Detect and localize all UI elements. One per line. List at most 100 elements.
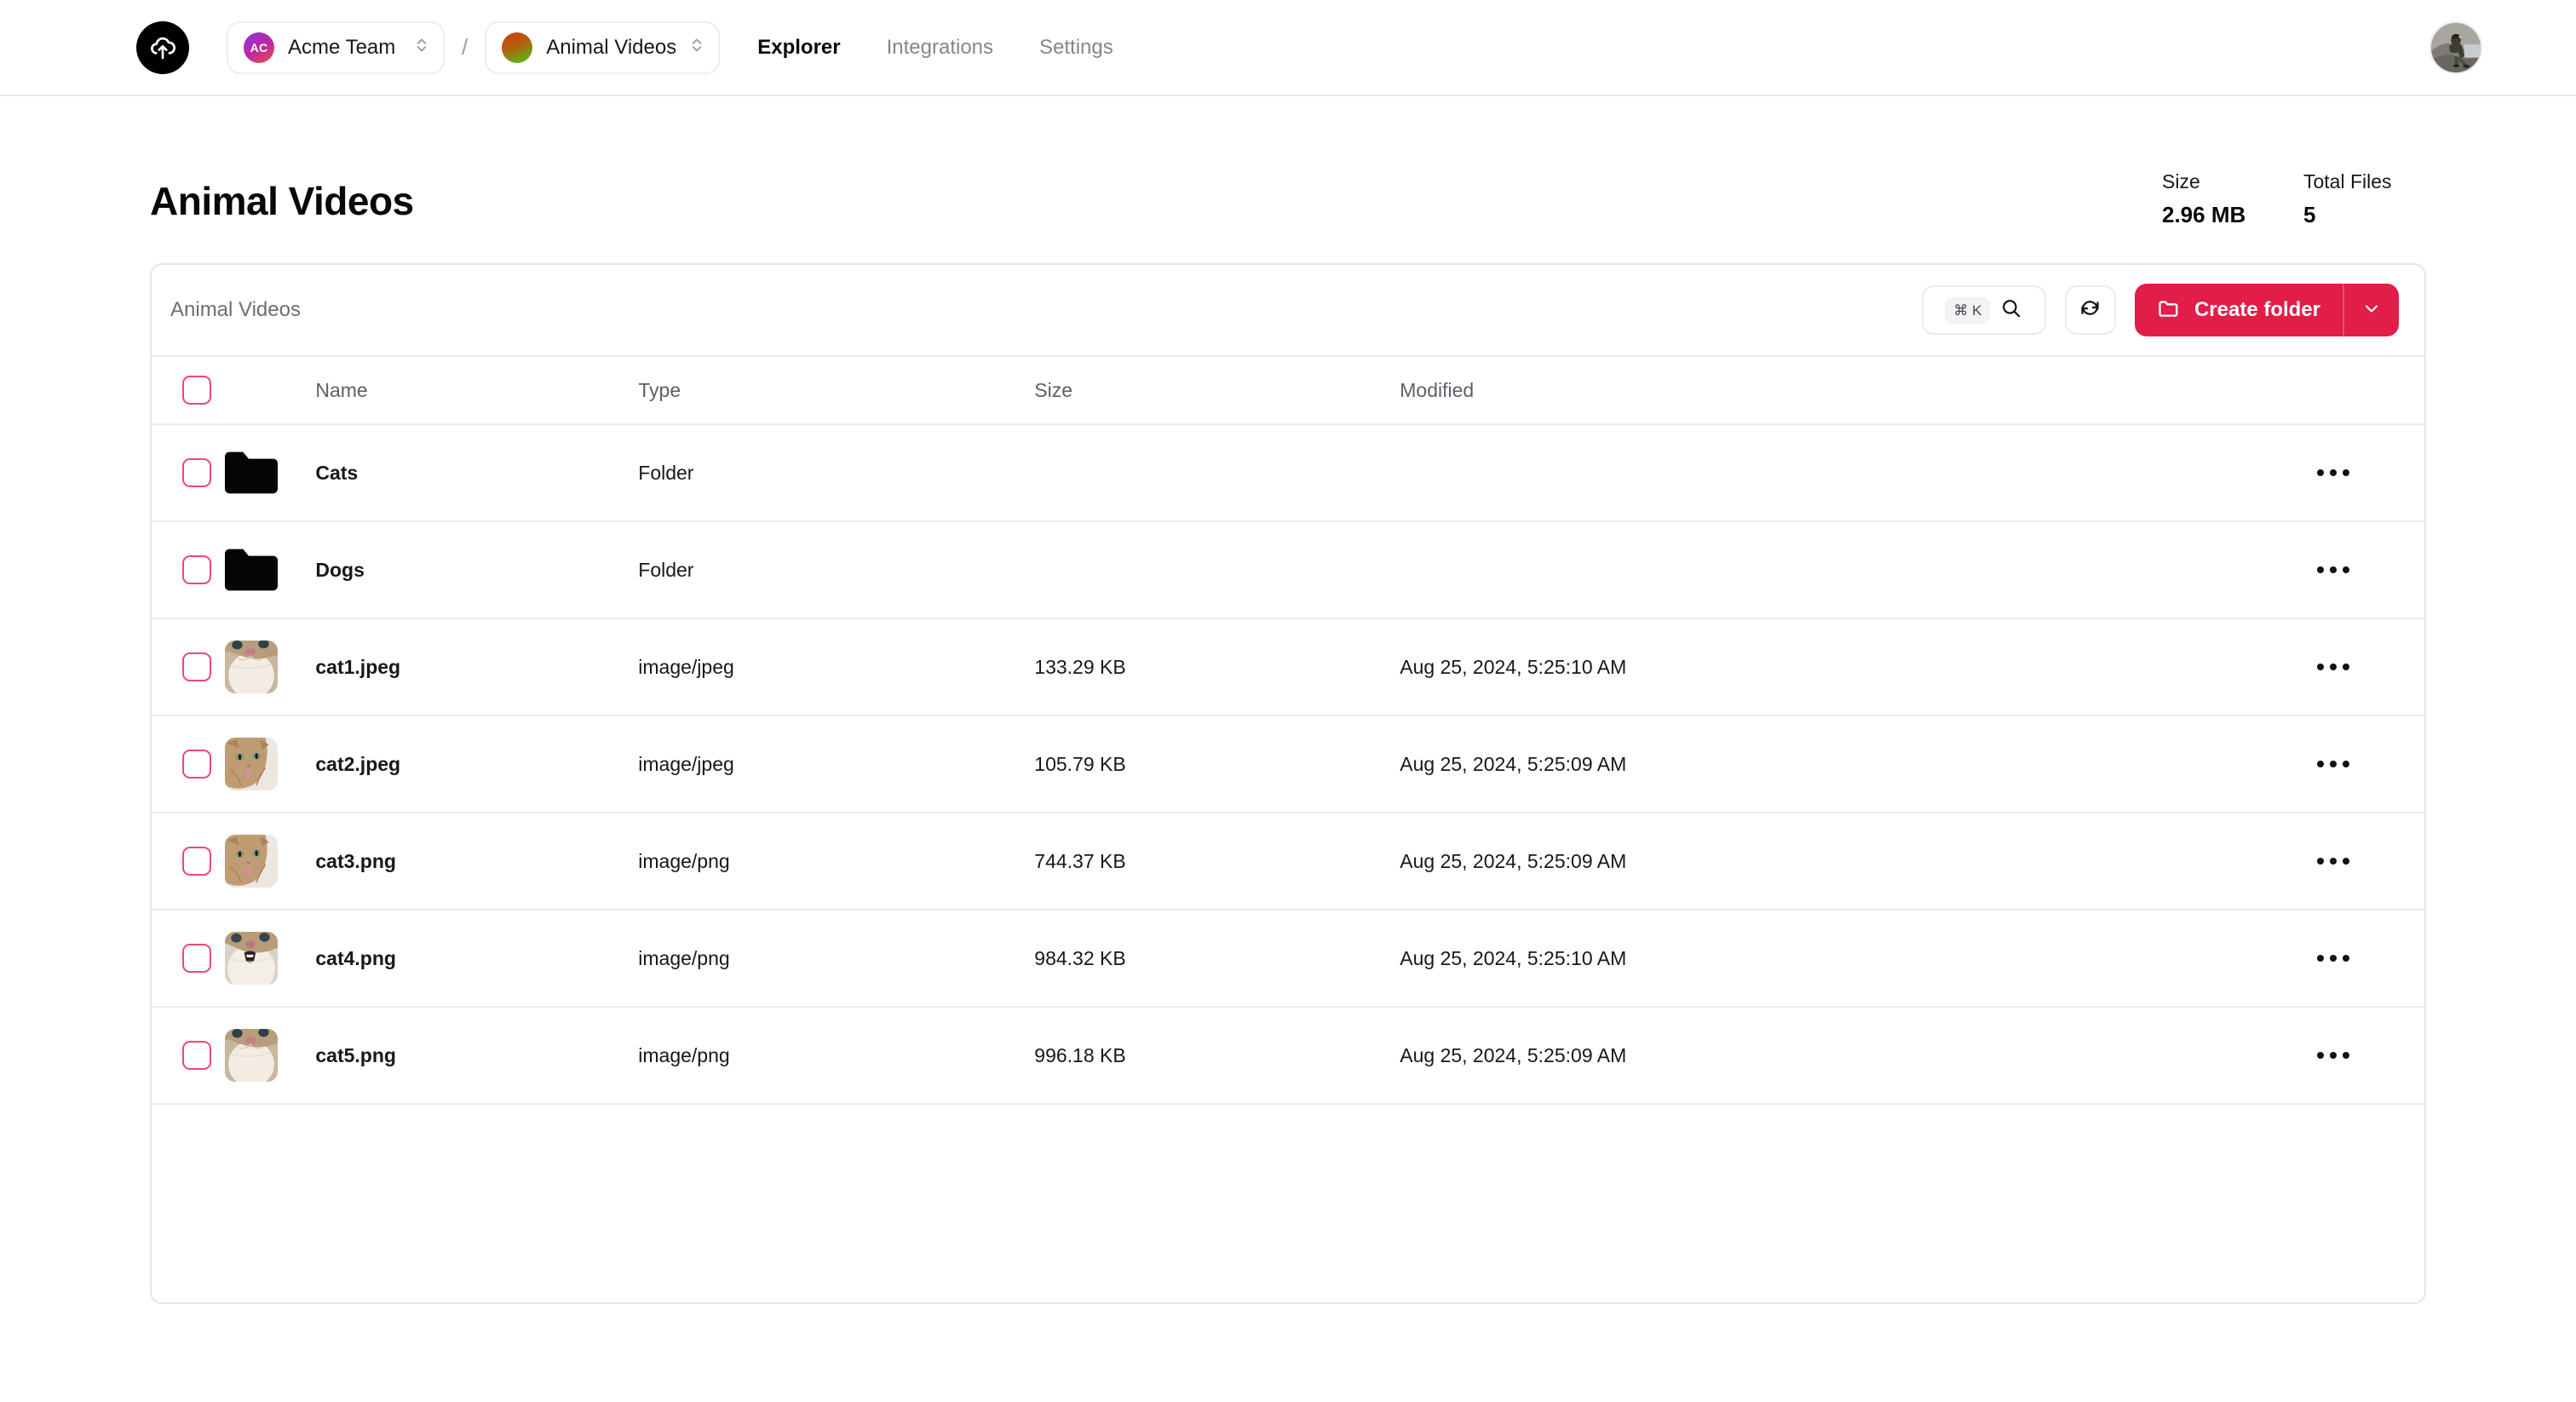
row-checkbox[interactable]: [182, 750, 211, 779]
row-actions-cell: [2253, 1007, 2425, 1105]
primary-nav-links: Explorer Integrations Settings: [757, 36, 1113, 60]
user-avatar-photo: [2431, 22, 2481, 72]
table-row[interactable]: cat2.jpeg image/jpeg 105.79 KB Aug 25, 2…: [152, 715, 2424, 813]
top-navigation-bar: AC Acme Team / Animal Videos Explorer In…: [0, 0, 2576, 96]
explorer-toolbar: Animal Videos ⌘ K Create folder: [152, 265, 2424, 355]
table-row[interactable]: Dogs Folder: [152, 521, 2425, 619]
row-icon-cell: [225, 715, 297, 813]
nav-link-explorer[interactable]: Explorer: [757, 36, 840, 60]
row-type: image/png: [638, 910, 1035, 1008]
cloud-upload-icon: [148, 33, 177, 62]
file-thumbnail: [225, 738, 279, 790]
search-shortcut-kbd: ⌘ K: [1945, 296, 1991, 324]
row-checkbox[interactable]: [182, 944, 211, 973]
project-selector[interactable]: Animal Videos: [485, 20, 721, 74]
row-type: image/jpeg: [638, 618, 1035, 716]
folder-icon: [2157, 296, 2181, 325]
thumbnail-header: [225, 355, 297, 425]
page-title: Animal Videos: [150, 179, 414, 223]
row-type: image/png: [638, 1007, 1035, 1105]
row-name: cat1.jpeg: [296, 618, 639, 716]
row-icon-cell: [225, 1007, 297, 1105]
row-size: [1034, 521, 1400, 619]
more-horizontal-icon[interactable]: [2254, 1052, 2425, 1059]
refresh-button[interactable]: [2064, 285, 2116, 335]
create-folder-label: Create folder: [2194, 298, 2320, 321]
row-checkbox[interactable]: [182, 847, 211, 876]
more-horizontal-icon[interactable]: [2254, 469, 2425, 476]
project-avatar: [502, 32, 533, 63]
breadcrumb[interactable]: Animal Videos: [170, 298, 301, 322]
create-folder-dropdown-toggle[interactable]: [2343, 284, 2399, 336]
more-horizontal-icon[interactable]: [2254, 761, 2425, 767]
row-select-cell: [152, 618, 226, 716]
row-size: 984.32 KB: [1034, 910, 1400, 1008]
more-horizontal-icon[interactable]: [2254, 664, 2425, 670]
row-name: cat5.png: [296, 1007, 639, 1105]
row-actions-cell: [2253, 424, 2425, 522]
avatar[interactable]: [2429, 20, 2482, 74]
table-row[interactable]: cat5.png image/png 996.18 KB Aug 25, 202…: [152, 1007, 2425, 1105]
page-header: Animal Videos Size 2.96 MB Total Files 5: [0, 144, 2576, 227]
row-actions-cell: [2253, 813, 2425, 911]
row-select-cell: [152, 813, 226, 911]
file-thumbnail: [225, 641, 279, 693]
row-modified: Aug 25, 2024, 5:25:09 AM: [1400, 1007, 2254, 1105]
table-row[interactable]: cat1.jpeg image/jpeg 133.29 KB Aug 25, 2…: [152, 618, 2425, 716]
page-stats: Size 2.96 MB Total Files 5: [2162, 170, 2426, 227]
row-icon-cell: [225, 813, 297, 911]
nav-link-integrations[interactable]: Integrations: [887, 36, 993, 60]
row-select-cell: [152, 1007, 226, 1105]
row-icon-cell: [225, 910, 297, 1008]
more-horizontal-icon[interactable]: [2254, 955, 2425, 962]
file-thumbnail: [225, 1029, 279, 1082]
breadcrumb-separator: /: [462, 34, 469, 60]
empty-table-space: [152, 1105, 2424, 1302]
team-selector[interactable]: AC Acme Team: [227, 20, 445, 74]
search-input[interactable]: ⌘ K: [1921, 285, 2046, 335]
row-modified: [1400, 424, 2254, 522]
column-header-type[interactable]: Type: [638, 355, 1035, 425]
table-header-row: Name Type Size Modified: [152, 355, 2424, 425]
stat-total-files-label: Total Files: [2303, 170, 2392, 192]
toolbar-actions: ⌘ K Create folder: [1921, 284, 2399, 336]
row-select-cell: [152, 910, 226, 1008]
file-thumbnail: [225, 835, 279, 888]
create-folder-main[interactable]: Create folder: [2135, 284, 2343, 336]
row-modified: [1400, 521, 2254, 619]
team-avatar: AC: [244, 32, 274, 63]
row-actions-cell: [2253, 910, 2425, 1008]
file-explorer-card: Animal Videos ⌘ K Create folder Name Typ…: [150, 263, 2426, 1304]
row-modified: Aug 25, 2024, 5:25:09 AM: [1400, 813, 2254, 911]
refresh-icon: [2079, 296, 2102, 324]
row-checkbox[interactable]: [182, 458, 211, 487]
file-thumbnail: [225, 932, 279, 985]
column-header-size[interactable]: Size: [1034, 355, 1400, 425]
row-name: cat3.png: [296, 813, 639, 911]
nav-link-settings[interactable]: Settings: [1039, 36, 1113, 60]
select-all-checkbox[interactable]: [182, 376, 211, 405]
row-checkbox[interactable]: [182, 555, 211, 584]
more-horizontal-icon[interactable]: [2254, 858, 2425, 865]
app-logo[interactable]: [136, 20, 189, 74]
table-row[interactable]: cat3.png image/png 744.37 KB Aug 25, 202…: [152, 813, 2425, 911]
column-header-modified[interactable]: Modified: [1400, 355, 2254, 425]
row-size: 133.29 KB: [1034, 618, 1400, 716]
folder-icon: [225, 549, 279, 591]
create-folder-button[interactable]: Create folder: [2134, 284, 2399, 336]
row-modified: Aug 25, 2024, 5:25:10 AM: [1400, 618, 2254, 716]
column-header-name[interactable]: Name: [296, 355, 639, 425]
row-type: Folder: [638, 521, 1035, 619]
team-selector-label: Acme Team: [288, 35, 396, 59]
row-actions-cell: [2253, 715, 2425, 813]
row-modified: Aug 25, 2024, 5:25:10 AM: [1400, 910, 2254, 1008]
row-checkbox[interactable]: [182, 652, 211, 681]
row-checkbox[interactable]: [182, 1041, 211, 1070]
row-size: 105.79 KB: [1034, 715, 1400, 813]
row-actions-cell: [2253, 618, 2425, 716]
row-name: Cats: [296, 424, 639, 522]
folder-icon: [225, 451, 279, 494]
table-row[interactable]: cat4.png image/png 984.32 KB Aug 25, 202…: [152, 910, 2425, 1008]
more-horizontal-icon[interactable]: [2254, 566, 2425, 573]
table-row[interactable]: Cats Folder: [152, 424, 2425, 522]
